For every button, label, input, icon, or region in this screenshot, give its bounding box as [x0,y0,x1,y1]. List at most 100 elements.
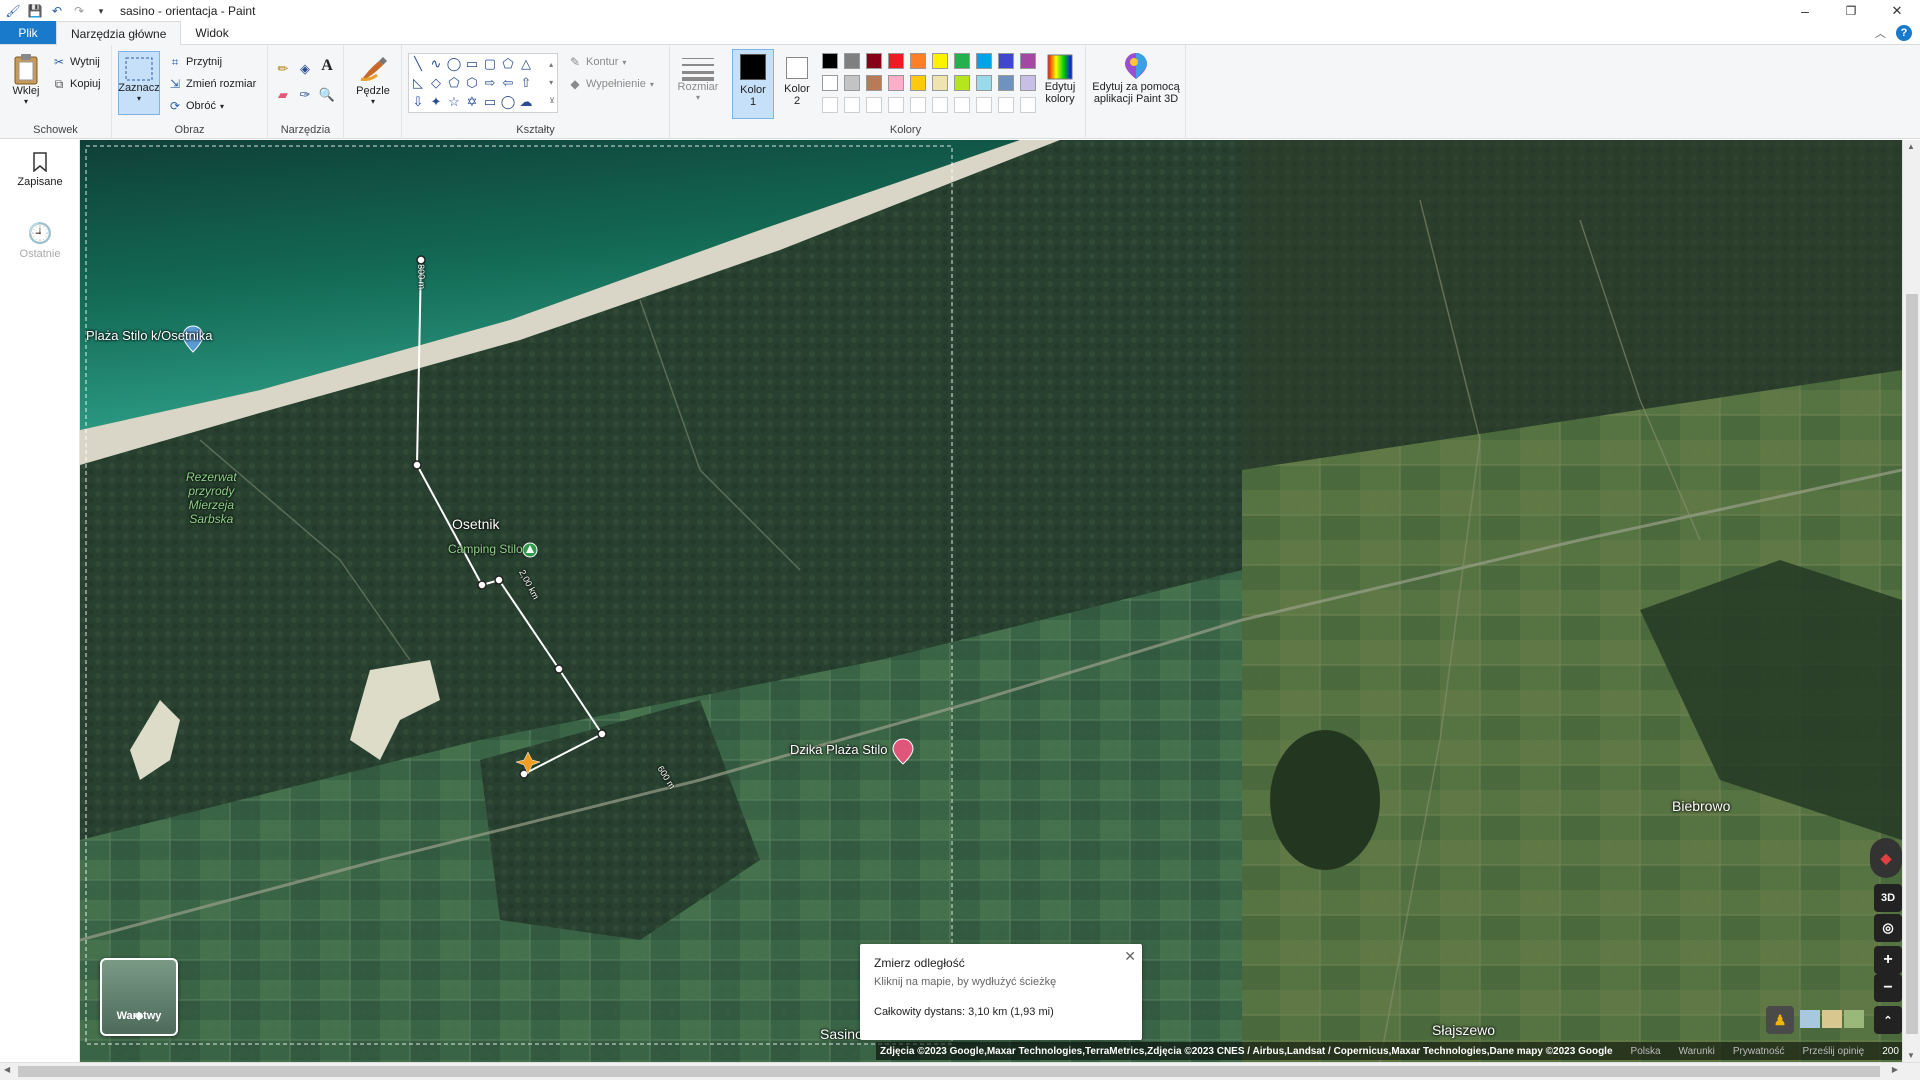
attribution-feedback[interactable]: Prześlij opinię [1803,1046,1865,1057]
expand-icon[interactable]: ⌃ [1874,1006,1902,1034]
attribution-privacy[interactable]: Prywatność [1733,1046,1785,1057]
zoom-in-button[interactable]: + [1874,946,1902,974]
palette-swatch[interactable] [954,75,970,91]
palette-swatch[interactable] [998,97,1014,113]
text-icon[interactable]: A [320,58,334,74]
palette-swatch[interactable] [866,97,882,113]
crop-button[interactable]: ⌗ Przytnij [168,55,222,69]
palette-swatch[interactable] [910,53,926,69]
recent-button[interactable]: 🕘 Ostatnie [0,224,80,260]
callout-rect-shape-icon[interactable]: ▭ [483,94,497,108]
palette-swatch[interactable] [932,97,948,113]
map-type-thumbnails[interactable] [1800,1010,1864,1028]
palette-swatch[interactable] [1020,97,1036,113]
cut-button[interactable]: ✂ Wytnij [52,55,100,69]
vertical-scrollbar[interactable]: ▲ ▼ [1902,140,1920,1062]
left-arrow-shape-icon[interactable]: ⇦ [501,75,515,89]
outline-button[interactable]: ✎ Kontur ▾ [568,55,626,69]
palette-swatch[interactable] [844,53,860,69]
palette-swatch[interactable] [910,75,926,91]
palette-swatch[interactable] [866,75,882,91]
tab-file[interactable]: Plik [0,21,56,44]
brushes-dropdown-icon[interactable]: ▾ [371,97,375,106]
palette-swatch[interactable] [888,53,904,69]
thumb-terrain[interactable] [1822,1010,1842,1028]
map-label-camping[interactable]: Camping Stilo [448,542,523,556]
thumb-map[interactable] [1844,1010,1864,1028]
palette-swatch[interactable] [822,75,838,91]
location-icon[interactable]: ◎ [1874,914,1902,942]
pegman-icon[interactable]: ♟ [1766,1006,1794,1034]
color1-button[interactable]: Kolor 1 [732,49,774,119]
shapes-scroll-icon[interactable]: ▴ ▾ ⊻ [549,56,555,110]
curve-shape-icon[interactable]: ∿ [429,56,443,70]
rotate-dropdown-icon[interactable]: ▾ [220,102,224,111]
diamond-shape-icon[interactable]: ◇ [429,75,443,89]
rotate-button[interactable]: ⟳ Obróć ▾ [168,99,224,113]
minimize-button[interactable]: – [1782,0,1828,22]
palette-swatch[interactable] [976,97,992,113]
help-icon[interactable]: ? [1896,25,1912,41]
palette-swatch[interactable] [976,53,992,69]
palette-swatch[interactable] [888,75,904,91]
right-arrow-shape-icon[interactable]: ⇨ [483,75,497,89]
undo-icon[interactable]: ↶ [48,2,66,20]
map-label-dzika[interactable]: Dzika Plaża Stilo [790,742,888,757]
down-arrow-shape-icon[interactable]: ⇩ [411,94,425,108]
palette-swatch[interactable] [844,97,860,113]
palette-swatch[interactable] [910,97,926,113]
map-label-sasino[interactable]: Sasino [820,1026,863,1042]
rounded-rectangle-shape-icon[interactable]: ▢ [483,56,497,70]
customize-toolbar-icon[interactable]: ▾ [92,2,110,20]
3d-button[interactable]: 3D [1874,884,1902,912]
palette-swatch[interactable] [822,53,838,69]
palette-swatch[interactable] [998,53,1014,69]
triangle-shape-icon[interactable]: △ [519,56,533,70]
palette-swatch[interactable] [932,53,948,69]
oval-shape-icon[interactable]: ◯ [447,56,462,70]
fill-bucket-icon[interactable]: ◈ [298,61,312,75]
palette-swatch[interactable] [844,75,860,91]
close-icon[interactable]: ✕ [1124,948,1136,965]
palette-swatch[interactable] [954,53,970,69]
close-button[interactable]: ✕ [1874,0,1920,22]
collapse-ribbon-icon[interactable]: ︿ [1875,25,1886,41]
palette-swatch[interactable] [1020,75,1036,91]
paint3d-button[interactable]: Edytuj za pomocą aplikacji Paint 3D [1090,51,1182,105]
palette-swatch[interactable] [1020,53,1036,69]
four-point-star-shape-icon[interactable]: ✦ [429,94,443,108]
six-point-star-shape-icon[interactable]: ✡ [465,94,479,108]
map-label-biebrowo[interactable]: Biebrowo [1672,798,1730,814]
horizontal-scroll-thumb[interactable] [18,1066,1880,1077]
save-icon[interactable]: 💾 [26,2,44,20]
paint-app-icon[interactable]: 🖌 [4,2,22,20]
palette-swatch[interactable] [822,97,838,113]
tab-view[interactable]: Widok [181,21,242,44]
map-label-beach[interactable]: Plaża Stilo k/Osetnika [86,328,212,343]
palette-swatch[interactable] [866,53,882,69]
pentagon-shape-icon[interactable]: ⬠ [447,75,461,89]
paste-dropdown-icon[interactable]: ▾ [24,97,28,106]
eraser-icon[interactable]: ▰ [276,87,290,101]
right-triangle-shape-icon[interactable]: ◺ [411,75,425,89]
compass-icon[interactable]: ◆ [1870,838,1902,878]
pencil-icon[interactable]: ✏ [276,61,290,75]
callout-oval-shape-icon[interactable]: ◯ [501,94,516,108]
map-label-reserve[interactable]: Rezerwat przyrody Mierzeja Sarbska [186,470,237,526]
color2-button[interactable]: Kolor 2 [776,49,818,119]
attribution-country[interactable]: Polska [1631,1046,1661,1057]
palette-swatch[interactable] [954,97,970,113]
tab-home[interactable]: Narzędzia główne [56,21,182,45]
attribution-terms[interactable]: Warunki [1679,1046,1715,1057]
up-arrow-shape-icon[interactable]: ⇧ [519,75,533,89]
map-label-slajszewo[interactable]: Słajszewo [1432,1022,1495,1038]
select-button[interactable]: Zaznacz ▾ [118,51,160,115]
saved-button[interactable]: Zapisane [0,152,80,188]
resize-button[interactable]: ⇲ Zmień rozmiar [168,77,256,91]
scroll-down-icon[interactable]: ▼ [1907,1051,1915,1060]
layers-button[interactable]: ◈ Warstwy [100,958,178,1036]
select-dropdown-icon[interactable]: ▾ [137,94,141,103]
palette-swatch[interactable] [888,97,904,113]
polygon-shape-icon[interactable]: ⬠ [501,56,515,70]
map-image[interactable]: Plaża Stilo k/Osetnika Rezerwat przyrody… [80,140,1902,1062]
